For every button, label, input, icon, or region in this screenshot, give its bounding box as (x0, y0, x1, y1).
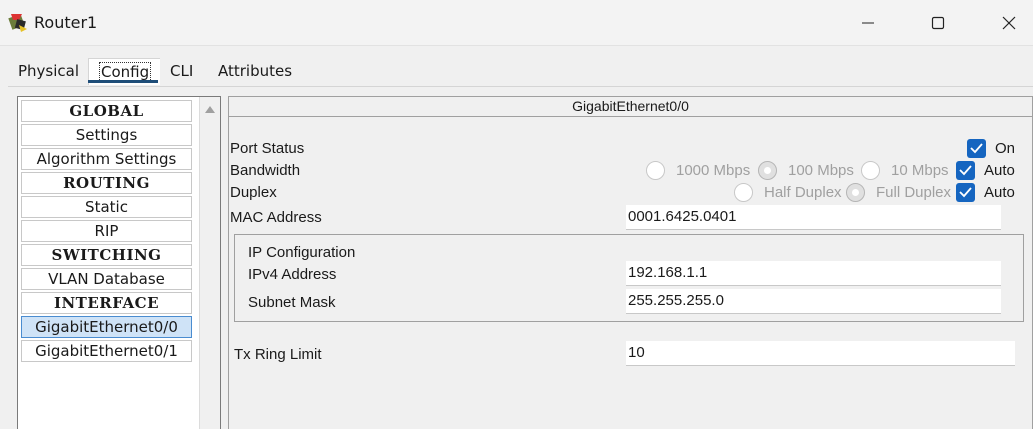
sidebar-item-gigabitethernet0-0[interactable]: GigabitEthernet0/0 (21, 316, 192, 338)
tab-cli[interactable]: CLI (160, 58, 204, 85)
bandwidth-10-label: 10 Mbps (891, 162, 949, 179)
minimize-button[interactable] (845, 8, 891, 38)
duplex-full-radio[interactable] (846, 183, 865, 202)
tab-physical[interactable]: Physical (8, 58, 90, 85)
bandwidth-100-radio[interactable] (758, 161, 777, 180)
ip-configuration-group: IP Configuration IPv4 Address 192.168.1.… (234, 234, 1024, 322)
bandwidth-10-radio[interactable] (861, 161, 880, 180)
duplex-auto-checkbox[interactable] (956, 183, 975, 202)
sidebar-scrollbar[interactable] (199, 97, 220, 429)
bandwidth-100-label: 100 Mbps (788, 162, 854, 179)
duplex-half-label: Half Duplex (764, 184, 842, 201)
ipv4-address-label: IPv4 Address (248, 266, 337, 283)
tab-attributes[interactable]: Attributes (208, 58, 303, 85)
checkmark-icon (970, 143, 983, 154)
bandwidth-1000-radio[interactable] (646, 161, 665, 180)
sidebar-header-switching: SWITCHING (21, 244, 192, 266)
minimize-icon (862, 22, 874, 24)
interface-title: GigabitEthernet0/0 (229, 97, 1032, 117)
active-tab-indicator (88, 80, 158, 83)
duplex-label: Duplex (230, 184, 277, 201)
close-icon (1002, 16, 1016, 30)
config-sidebar: GLOBAL Settings Algorithm Settings ROUTI… (17, 96, 221, 429)
port-status-label: Port Status (230, 140, 305, 157)
mac-address-field[interactable]: 0001.6425.0401 (626, 205, 1001, 230)
bandwidth-auto-label: Auto (984, 162, 1015, 179)
subnet-mask-field[interactable]: 255.255.255.0 (626, 289, 1001, 314)
duplex-full-label: Full Duplex (876, 184, 952, 201)
close-button[interactable] (986, 8, 1032, 38)
title-bar: Router1 (0, 0, 1033, 46)
sidebar-header-interface: INTERFACE (21, 292, 192, 314)
sidebar-item-algorithm-settings[interactable]: Algorithm Settings (21, 148, 192, 170)
sidebar-item-rip[interactable]: RIP (21, 220, 192, 242)
maximize-button[interactable] (915, 8, 961, 38)
checkmark-icon (959, 165, 972, 176)
sidebar-item-settings[interactable]: Settings (21, 124, 192, 146)
port-status-on-label: On (995, 140, 1016, 157)
tx-ring-limit-field[interactable]: 10 (626, 341, 1015, 366)
port-status-checkbox[interactable] (967, 139, 986, 158)
mac-address-label: MAC Address (230, 209, 322, 226)
sidebar-header-routing: ROUTING (21, 172, 192, 194)
window-title: Router1 (34, 13, 98, 32)
sidebar-header-global: GLOBAL (21, 100, 192, 122)
subnet-mask-label: Subnet Mask (248, 294, 336, 311)
maximize-icon (931, 16, 945, 30)
ip-configuration-title: IP Configuration (248, 244, 356, 261)
sidebar-item-gigabitethernet0-1[interactable]: GigabitEthernet0/1 (21, 340, 192, 362)
sidebar-list: GLOBAL Settings Algorithm Settings ROUTI… (21, 100, 194, 364)
ipv4-address-field[interactable]: 192.168.1.1 (626, 261, 1001, 286)
interface-config-panel: GigabitEthernet0/0 Port Status On Bandwi… (228, 96, 1033, 429)
sidebar-item-vlan-database[interactable]: VLAN Database (21, 268, 192, 290)
sidebar-item-static[interactable]: Static (21, 196, 192, 218)
duplex-half-radio[interactable] (734, 183, 753, 202)
bandwidth-1000-label: 1000 Mbps (676, 162, 751, 179)
duplex-auto-label: Auto (984, 184, 1015, 201)
router-app-icon (7, 11, 29, 33)
checkmark-icon (959, 187, 972, 198)
scroll-up-arrow-icon[interactable] (205, 106, 215, 113)
tab-divider (8, 86, 1033, 87)
bandwidth-label: Bandwidth (230, 162, 301, 179)
bandwidth-auto-checkbox[interactable] (956, 161, 975, 180)
tx-ring-limit-label: Tx Ring Limit (234, 346, 322, 363)
